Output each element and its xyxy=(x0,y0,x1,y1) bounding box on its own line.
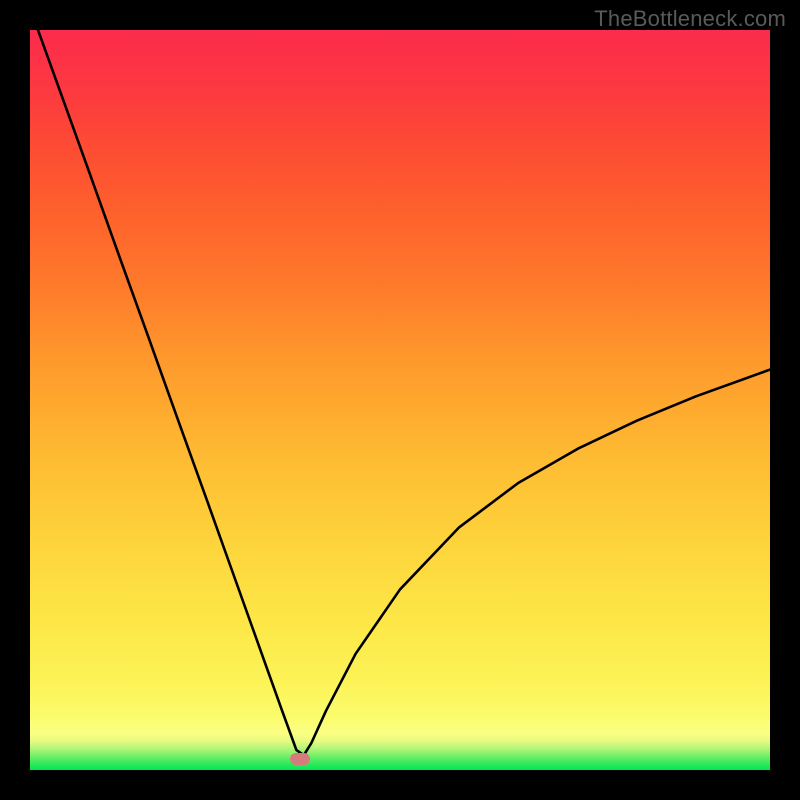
bottleneck-curve xyxy=(30,30,770,755)
plot-area xyxy=(30,30,770,770)
watermark-label: TheBottleneck.com xyxy=(594,6,786,32)
curve-svg xyxy=(30,30,770,770)
minimum-marker xyxy=(290,753,310,765)
chart-frame: TheBottleneck.com xyxy=(0,0,800,800)
